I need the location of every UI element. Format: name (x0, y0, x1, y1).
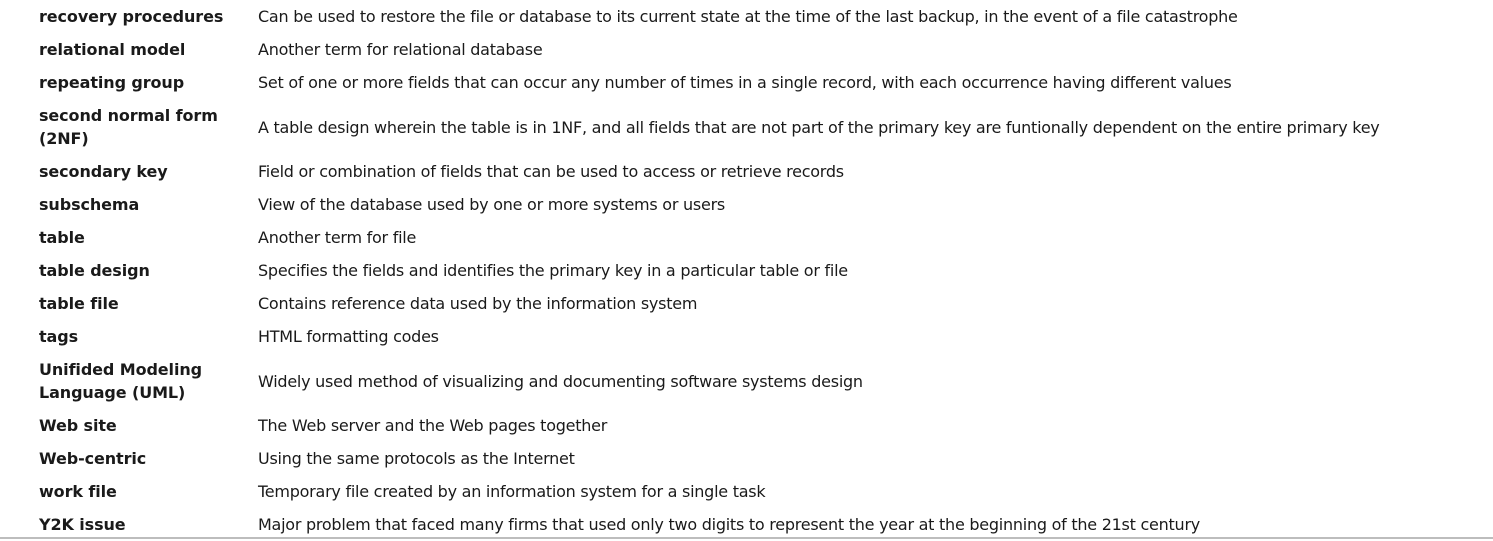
glossary-term: recovery procedures (39, 7, 224, 26)
glossary-definition: Specifies the fields and identifies the … (258, 261, 848, 280)
glossary-term: Y2K issue (39, 515, 126, 534)
glossary-term: table design (39, 261, 150, 280)
glossary-term: secondary key (39, 162, 168, 181)
glossary-row: secondary key Field or combination of fi… (0, 155, 1493, 188)
glossary-row: table design Specifies the fields and id… (0, 254, 1493, 287)
glossary-row: tags HTML formatting codes (0, 320, 1493, 353)
glossary-term: Unifided Modeling Language (UML) (39, 360, 202, 402)
glossary-row: repeating group Set of one or more field… (0, 66, 1493, 99)
glossary-definition: The Web server and the Web pages togethe… (258, 416, 608, 435)
glossary-row: work file Temporary file created by an i… (0, 475, 1493, 508)
glossary-term: subschema (39, 195, 140, 214)
glossary-term: Web-centric (39, 449, 147, 468)
glossary-definition: Another term for file (258, 228, 417, 247)
glossary-definition: Widely used method of visualizing and do… (258, 371, 863, 391)
glossary-row: relational model Another term for relati… (0, 33, 1493, 66)
glossary-row: table file Contains reference data used … (0, 287, 1493, 320)
glossary-row: Web site The Web server and the Web page… (0, 409, 1493, 442)
glossary-row: table Another term for file (0, 221, 1493, 254)
glossary-term: Web site (39, 416, 117, 435)
glossary-row: subschema View of the database used by o… (0, 188, 1493, 221)
glossary-term: table (39, 228, 85, 247)
glossary-term: repeating group (39, 73, 185, 92)
glossary-list: recovery procedures Can be used to resto… (0, 0, 1493, 541)
glossary-term: tags (39, 327, 79, 346)
glossary-term: work file (39, 482, 117, 501)
glossary-row: recovery procedures Can be used to resto… (0, 0, 1493, 33)
glossary-definition: Using the same protocols as the Internet (258, 449, 575, 468)
glossary-definition: Can be used to restore the file or datab… (258, 7, 1238, 26)
glossary-definition: HTML formatting codes (258, 327, 439, 346)
glossary-definition: Major problem that faced many firms that… (258, 515, 1200, 534)
glossary-term: second normal form (2NF) (39, 106, 218, 148)
glossary-definition: Field or combination of fields that can … (258, 162, 844, 181)
glossary-definition: Another term for relational database (258, 40, 543, 59)
glossary-definition: A table design wherein the table is in 1… (258, 117, 1380, 137)
glossary-term: table file (39, 294, 119, 313)
glossary-definition: Set of one or more fields that can occur… (258, 73, 1232, 92)
glossary-row: Unifided Modeling Language (UML) Widely … (0, 353, 1493, 409)
glossary-term: relational model (39, 40, 186, 59)
glossary-definition: View of the database used by one or more… (258, 195, 725, 214)
glossary-row: second normal form (2NF) A table design … (0, 99, 1493, 155)
glossary-row: Web-centric Using the same protocols as … (0, 442, 1493, 475)
glossary-definition: Temporary file created by an information… (258, 482, 766, 501)
glossary-definition: Contains reference data used by the info… (258, 294, 698, 313)
